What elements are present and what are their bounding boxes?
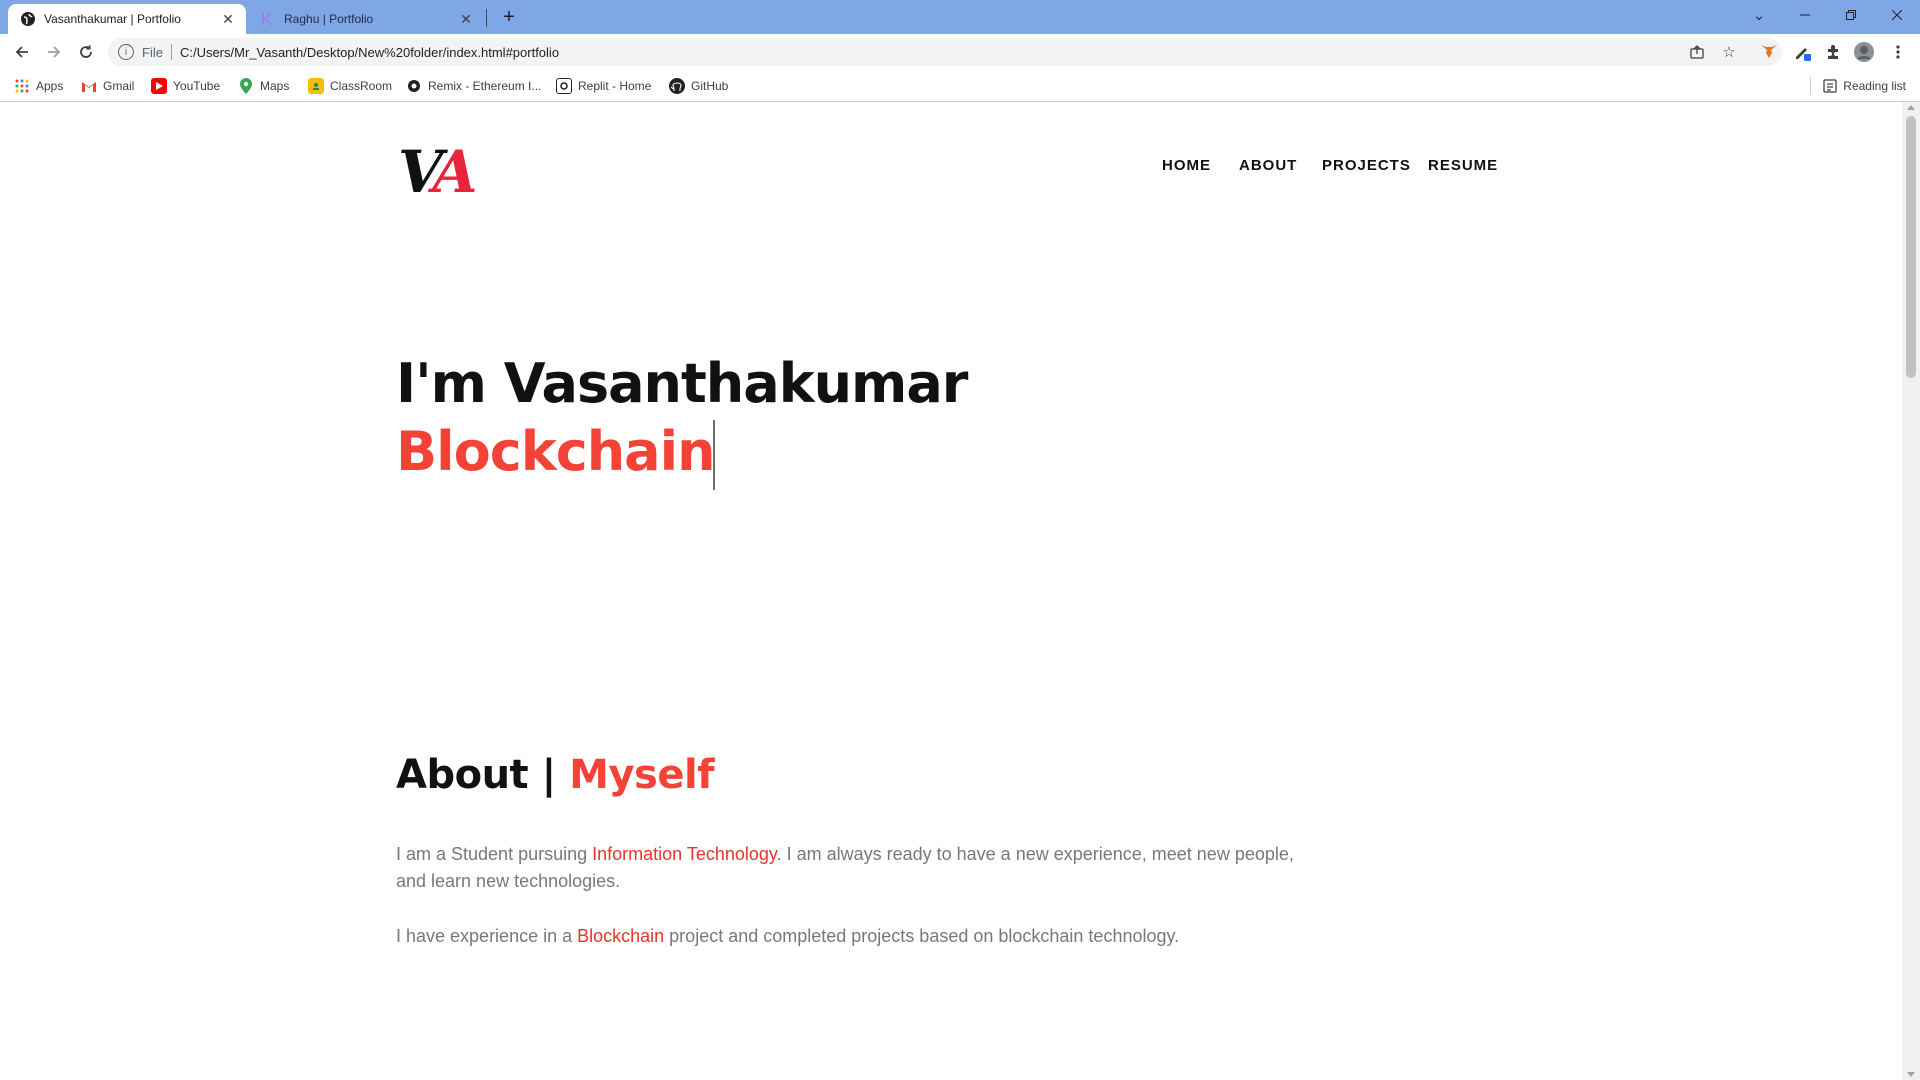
logo-letter-v: V <box>398 138 438 206</box>
share-icon[interactable] <box>1685 40 1709 64</box>
address-divider <box>170 44 172 60</box>
about-p1-highlight: Information Technology <box>592 844 777 864</box>
youtube-icon <box>151 78 167 94</box>
about-heading: About | Myself <box>396 752 715 798</box>
close-tab-icon[interactable]: ✕ <box>456 9 476 29</box>
page-content: VA HOME ABOUT PROJECTS RESUME I'm Vasant… <box>0 102 1902 1080</box>
replit-icon <box>556 78 572 94</box>
scheme-label: File <box>142 44 163 60</box>
tab-divider <box>486 9 487 27</box>
bookmark-gmail[interactable]: Gmail <box>81 77 134 95</box>
page-scrollbar[interactable] <box>1902 102 1920 1080</box>
minimize-icon[interactable] <box>1782 0 1828 30</box>
bookmark-label: Apps <box>36 79 64 93</box>
about-paragraph-2: I have experience in a Blockchain projec… <box>396 923 1296 950</box>
bookmark-label: GitHub <box>691 79 729 93</box>
more-menu-icon[interactable] <box>1887 41 1909 63</box>
remix-icon <box>406 78 422 94</box>
maps-icon <box>238 78 254 94</box>
forward-arrow-icon[interactable] <box>42 40 66 64</box>
bookmark-replit[interactable]: Replit - Home <box>556 77 651 95</box>
extensions-puzzle-icon[interactable] <box>1822 41 1844 63</box>
url-text: C:/Users/Mr_Vasanth/Desktop/New%20folder… <box>179 44 560 60</box>
scrollbar-thumb[interactable] <box>1906 116 1916 378</box>
bookmark-remix[interactable]: Remix - Ethereum I... <box>406 77 541 95</box>
bookmark-github[interactable]: GitHub <box>669 77 728 95</box>
reload-icon[interactable] <box>74 40 98 64</box>
reading-list-label: Reading list <box>1843 79 1906 93</box>
bookmark-maps[interactable]: Maps <box>238 77 289 95</box>
reading-list-button[interactable]: Reading list <box>1810 77 1906 95</box>
about-heading-accent: Myself <box>569 752 715 798</box>
browser-chrome: Vasanthakumar | Portfolio ✕ Raghu | Port… <box>0 0 1920 102</box>
about-heading-text: About | <box>396 752 570 798</box>
bookmark-youtube[interactable]: YouTube <box>151 77 220 95</box>
logo-letter-a: A <box>432 138 478 206</box>
bookmark-apps[interactable]: Apps <box>14 77 63 95</box>
extension-pen-icon[interactable] <box>1792 41 1814 63</box>
about-p2-highlight: Blockchain <box>577 926 665 946</box>
close-tab-icon[interactable]: ✕ <box>218 9 238 29</box>
tab-title: Vasanthakumar | Portfolio <box>44 12 181 26</box>
tab-vasanthakumar-portfolio[interactable]: Vasanthakumar | Portfolio ✕ <box>8 4 246 34</box>
apps-grid-icon <box>14 78 30 94</box>
bookmark-label: YouTube <box>173 79 221 93</box>
nav-about-link[interactable]: ABOUT <box>1239 157 1297 174</box>
info-icon[interactable]: i <box>118 44 134 60</box>
bookmark-classroom[interactable]: ClassRoom <box>308 77 392 95</box>
nav-projects-link[interactable]: PROJECTS <box>1322 157 1411 174</box>
hero-typed-role: Blockchain <box>396 420 716 483</box>
hero-heading: I'm Vasanthakumar <box>396 352 968 415</box>
profile-avatar-icon[interactable] <box>1853 41 1875 63</box>
address-bar[interactable]: i File C:/Users/Mr_Vasanth/Desktop/New%2… <box>108 38 1782 66</box>
restore-icon[interactable] <box>1828 0 1874 30</box>
scroll-up-arrow-icon[interactable] <box>1907 105 1915 110</box>
about-p2-text-b: project and completed projects based on … <box>664 926 1180 946</box>
bookmarks-divider <box>1810 77 1812 95</box>
github-icon <box>669 78 685 94</box>
bookmark-label: Maps <box>260 79 290 93</box>
tab-search-icon[interactable]: ⌄ <box>1736 0 1782 30</box>
about-p2-text-a: I have experience in a <box>396 926 578 946</box>
about-p1-text-a: I am a Student pursuing <box>396 844 593 864</box>
site-logo[interactable]: VA <box>398 142 478 202</box>
tab-title: Raghu | Portfolio <box>284 12 374 26</box>
scroll-down-arrow-icon[interactable] <box>1907 1072 1915 1077</box>
classroom-icon <box>308 78 324 94</box>
bookmark-star-icon[interactable]: ☆ <box>1717 40 1741 64</box>
bookmark-label: Replit - Home <box>578 79 652 93</box>
typing-cursor <box>713 420 715 490</box>
bookmark-label: Remix - Ethereum I... <box>428 79 542 93</box>
close-window-icon[interactable] <box>1874 0 1920 30</box>
nav-resume-link[interactable]: RESUME <box>1428 157 1498 174</box>
bookmarks-bar: Apps Gmail YouTube Maps ClassRoom Remix … <box>0 70 1920 102</box>
tab-strip: Vasanthakumar | Portfolio ✕ Raghu | Port… <box>0 0 1920 34</box>
tab-raghu-portfolio[interactable]: Raghu | Portfolio ✕ <box>248 4 484 34</box>
back-arrow-icon[interactable] <box>10 40 34 64</box>
gmail-icon <box>81 78 97 94</box>
metamask-fox-icon[interactable] <box>1758 41 1780 63</box>
new-tab-button[interactable]: + <box>498 6 520 28</box>
nav-home-link[interactable]: HOME <box>1162 157 1211 174</box>
bookmark-label: ClassRoom <box>330 79 393 93</box>
toolbar: i File C:/Users/Mr_Vasanth/Desktop/New%2… <box>0 34 1920 70</box>
reading-list-icon <box>1823 79 1837 93</box>
bookmark-label: Gmail <box>103 79 135 93</box>
k-logo-icon <box>260 11 276 27</box>
about-paragraph-1: I am a Student pursuing Information Tech… <box>396 841 1296 895</box>
globe-icon <box>20 11 36 27</box>
